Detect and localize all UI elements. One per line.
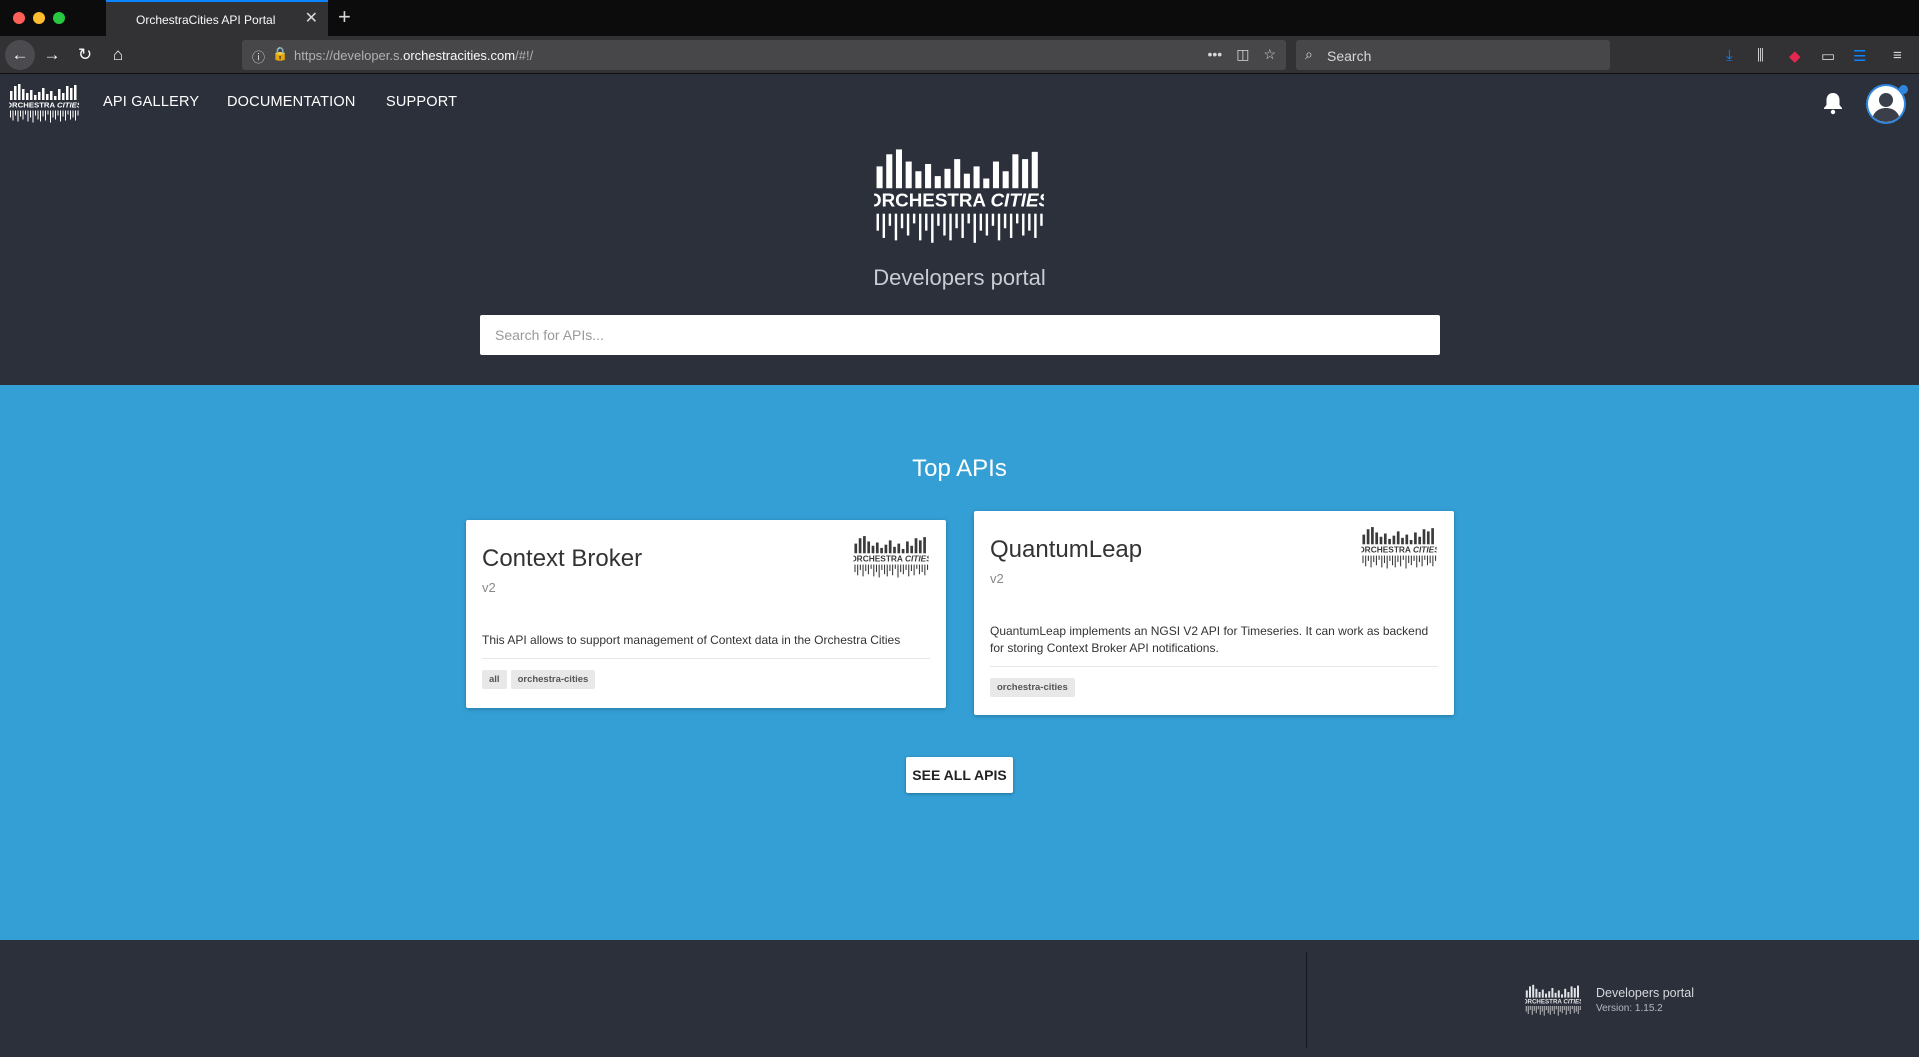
- card-version: v2: [482, 580, 496, 595]
- close-window-button[interactable]: [13, 12, 25, 24]
- minimize-window-button[interactable]: [33, 12, 45, 24]
- url-prefix: https://developer.s.: [294, 48, 404, 63]
- reload-icon[interactable]: ↻: [70, 40, 100, 70]
- api-search-input[interactable]: [480, 315, 1440, 355]
- browser-search-bar[interactable]: ⌕ Search: [1296, 40, 1610, 70]
- notification-badge: [1899, 85, 1908, 94]
- download-icon[interactable]: ⤓: [1726, 47, 1733, 64]
- info-icon[interactable]: ⓘ: [252, 47, 265, 66]
- url-bar[interactable]: ⓘ 🔒 https://developer.s.orchestracities.…: [242, 40, 1286, 70]
- card-description: QuantumLeap implements an NGSI V2 API fo…: [990, 623, 1438, 667]
- browser-tab-bar: OrchestraCities API Portal ✕ +: [0, 0, 1919, 36]
- tag[interactable]: orchestra-cities: [510, 670, 596, 689]
- browser-search-placeholder: Search: [1327, 48, 1372, 64]
- back-icon[interactable]: ←: [5, 40, 35, 70]
- tag[interactable]: orchestra-cities: [990, 678, 1075, 697]
- browser-toolbar: ← → ↻ ⌂ ⓘ 🔒 https://developer.s.orchestr…: [0, 36, 1919, 74]
- nav-support[interactable]: SUPPORT: [386, 94, 457, 110]
- card-logo: [853, 535, 929, 578]
- see-all-apis-button[interactable]: SEE ALL APIS: [906, 757, 1013, 793]
- footer-divider: [1306, 952, 1307, 1048]
- menu-icon[interactable]: ≡: [1893, 47, 1902, 64]
- api-card-quantumleap[interactable]: QuantumLeap v2 QuantumLeap implements an…: [974, 511, 1454, 715]
- nav-api-gallery[interactable]: API GALLERY: [103, 94, 199, 110]
- bell-icon[interactable]: [1822, 91, 1844, 115]
- forward-icon[interactable]: →: [37, 40, 67, 70]
- top-nav: API GALLERY DOCUMENTATION SUPPORT: [0, 75, 1919, 130]
- lock-icon: 🔒: [272, 46, 289, 61]
- api-card-context-broker[interactable]: Context Broker v2 This API allows to sup…: [466, 520, 946, 708]
- card-tags: orchestra-cities: [990, 678, 1075, 697]
- section-title: Top APIs: [912, 455, 1007, 482]
- browser-tab[interactable]: OrchestraCities API Portal ✕: [106, 0, 328, 36]
- card-version: v2: [990, 571, 1004, 586]
- card-tags: all orchestra-cities: [482, 670, 596, 689]
- new-tab-button[interactable]: +: [338, 5, 351, 29]
- site-header: API GALLERY DOCUMENTATION SUPPORT Develo…: [0, 75, 1919, 385]
- card-title[interactable]: QuantumLeap: [990, 536, 1142, 564]
- extension-icon[interactable]: ◆: [1789, 47, 1801, 65]
- more-icon[interactable]: •••: [1207, 46, 1222, 63]
- pocket-icon[interactable]: ◫: [1236, 46, 1249, 63]
- orchestra-cities-logo[interactable]: [9, 83, 79, 123]
- hero-subtitle: Developers portal: [873, 265, 1046, 290]
- close-icon[interactable]: ✕: [305, 10, 318, 28]
- card-title[interactable]: Context Broker: [482, 545, 642, 573]
- url-suffix: /#!/: [515, 48, 534, 63]
- footer-logo: [1525, 984, 1581, 1016]
- card-logo: [1361, 526, 1437, 569]
- card-description: This API allows to support management of…: [482, 632, 930, 659]
- search-icon: ⌕: [1305, 46, 1313, 62]
- top-apis-section: Top APIs Context Broker v2 This API allo…: [0, 385, 1919, 940]
- home-icon[interactable]: ⌂: [103, 40, 133, 70]
- star-icon[interactable]: ☆: [1263, 46, 1276, 63]
- nav-documentation[interactable]: DOCUMENTATION: [227, 94, 356, 110]
- maximize-window-button[interactable]: [53, 12, 65, 24]
- hero-logo: [874, 147, 1044, 244]
- sidebar-icon[interactable]: ▭: [1821, 47, 1835, 65]
- reader-icon[interactable]: ☰: [1853, 47, 1866, 65]
- footer-title: Developers portal: [1596, 986, 1694, 1000]
- tab-title: OrchestraCities API Portal: [136, 13, 276, 27]
- url-domain: orchestracities.com: [403, 48, 516, 63]
- tag[interactable]: all: [482, 670, 507, 689]
- footer: Developers portal Version: 1.15.2: [0, 940, 1919, 1057]
- library-icon[interactable]: ⫼: [1757, 47, 1764, 64]
- url-text[interactable]: https://developer.s.orchestracities.com/…: [294, 48, 533, 63]
- footer-version: Version: 1.15.2: [1596, 1003, 1663, 1014]
